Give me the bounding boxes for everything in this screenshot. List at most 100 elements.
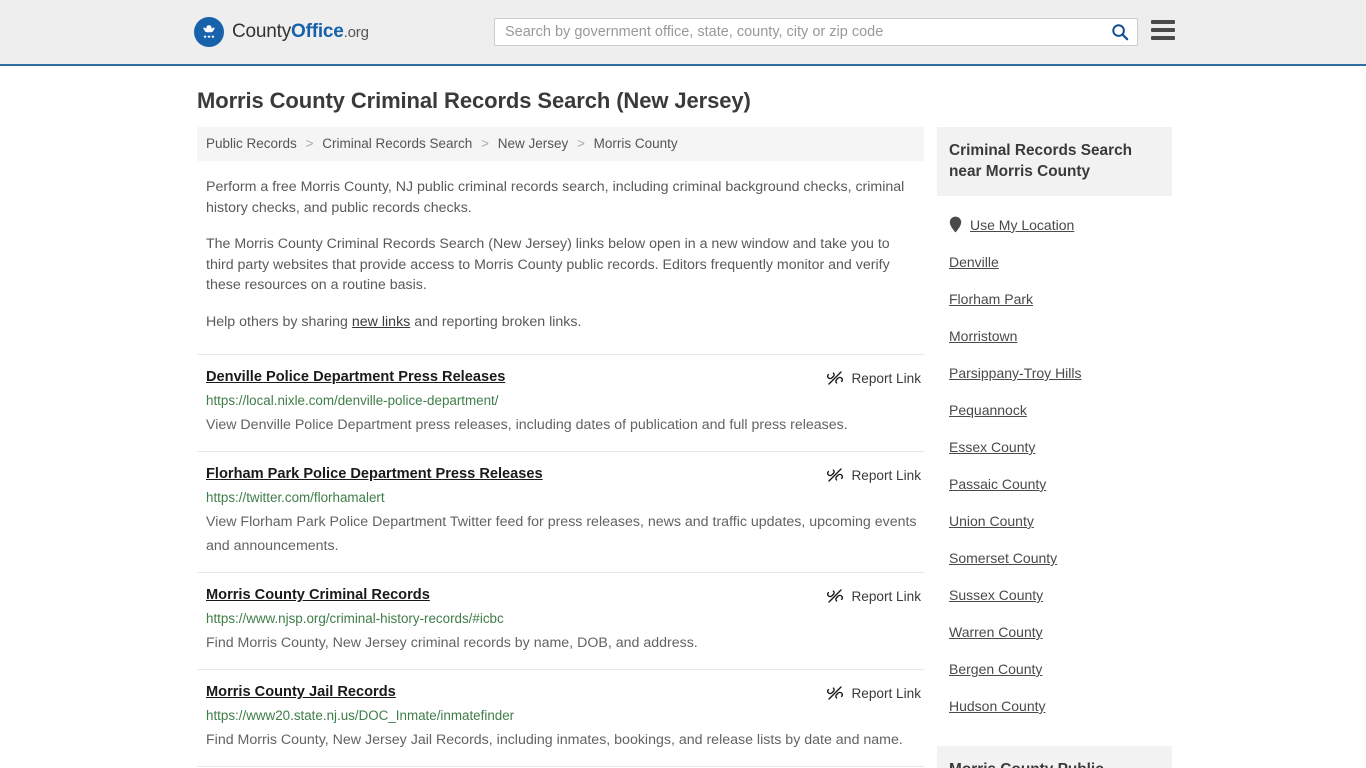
sidebar-item-label: Hudson County — [949, 698, 1046, 714]
sidebar-item-somerset-county[interactable]: Somerset County — [949, 539, 1160, 576]
result-item: Morris County Jail Records Report Link h… — [197, 684, 924, 767]
search-input[interactable] — [495, 24, 1103, 40]
result-item: Florham Park Police Department Press Rel… — [197, 466, 924, 573]
brand-part-office: Office — [291, 21, 344, 42]
hamburger-bar — [1151, 28, 1175, 32]
breadcrumb-item-public-records[interactable]: Public Records — [206, 136, 297, 151]
sidebar-item-florham-park[interactable]: Florham Park — [949, 280, 1160, 317]
result-header: Denville Police Department Press Release… — [206, 369, 924, 386]
sidebar-item-use-my-location[interactable]: Use My Location — [949, 196, 1160, 243]
result-title-link[interactable]: Florham Park Police Department Press Rel… — [206, 466, 543, 482]
report-link-button[interactable]: Report Link — [827, 369, 921, 386]
search-icon — [1112, 24, 1129, 41]
sidebar-item-label: Union County — [949, 513, 1034, 529]
sidebar-item-label: Sussex County — [949, 587, 1044, 603]
report-link-label: Report Link — [851, 370, 921, 386]
sidebar-item-label: Morristown — [949, 328, 1018, 344]
sidebar-item-morristown[interactable]: Morristown — [949, 317, 1160, 354]
report-link-button[interactable]: Report Link — [827, 466, 921, 483]
sidebar-nearby-links: Use My Location Denville Florham Park Mo… — [937, 196, 1172, 724]
breadcrumb: Public Records > Criminal Records Search… — [197, 127, 924, 161]
sidebar-item-label: Somerset County — [949, 550, 1058, 566]
result-description: Find Morris County, New Jersey criminal … — [206, 635, 698, 651]
sidebar-item-essex-county[interactable]: Essex County — [949, 428, 1160, 465]
brand-part-county: County — [232, 21, 292, 42]
search-bar[interactable] — [494, 18, 1138, 46]
sidebar-nearby-heading: Criminal Records Search near Morris Coun… — [937, 127, 1172, 196]
sidebar-item-sussex-county[interactable]: Sussex County — [949, 576, 1160, 613]
report-link-label: Report Link — [851, 685, 921, 701]
result-url[interactable]: https://www.njsp.org/criminal-history-re… — [206, 611, 924, 626]
result-header: Florham Park Police Department Press Rel… — [206, 466, 924, 483]
intro-p3-before: Help others by sharing — [206, 313, 352, 330]
sidebar-item-denville[interactable]: Denville — [949, 243, 1160, 280]
search-button[interactable] — [1103, 19, 1137, 45]
report-link-button[interactable]: Report Link — [827, 684, 921, 701]
sidebar-item-label: Bergen County — [949, 661, 1043, 677]
intro-p3-after: and reporting broken links. — [410, 313, 582, 330]
breadcrumb-item-new-jersey[interactable]: New Jersey — [498, 136, 569, 151]
result-description: Find Morris County, New Jersey Jail Reco… — [206, 732, 903, 748]
breadcrumb-item-morris-county[interactable]: Morris County — [594, 136, 678, 151]
sidebar-item-warren-county[interactable]: Warren County — [949, 613, 1160, 650]
sidebar-item-hudson-county[interactable]: Hudson County — [949, 687, 1160, 724]
results-list: Denville Police Department Press Release… — [197, 354, 924, 767]
hamburger-bar — [1151, 20, 1175, 24]
sidebar: Criminal Records Search near Morris Coun… — [937, 127, 1172, 768]
report-link-button[interactable]: Report Link — [827, 587, 921, 604]
sidebar-item-label: Denville — [949, 254, 999, 270]
result-url[interactable]: https://www20.state.nj.us/DOC_Inmate/inm… — [206, 708, 924, 723]
report-link-label: Report Link — [851, 467, 921, 483]
eagle-seal-logo-icon — [194, 17, 224, 47]
breadcrumb-separator: > — [577, 136, 585, 151]
brand-text: CountyOffice.org — [232, 21, 369, 43]
site-header: CountyOffice.org — [0, 0, 1366, 66]
sidebar-item-bergen-county[interactable]: Bergen County — [949, 650, 1160, 687]
result-header: Morris County Jail Records Report Link — [206, 684, 924, 701]
sidebar-item-parsippany-troy-hills[interactable]: Parsippany-Troy Hills — [949, 354, 1160, 391]
page-title: Morris County Criminal Records Search (N… — [197, 88, 751, 113]
breadcrumb-item-criminal-records-search[interactable]: Criminal Records Search — [322, 136, 472, 151]
result-description: View Florham Park Police Department Twit… — [206, 514, 917, 554]
sidebar-item-label: Warren County — [949, 624, 1043, 640]
result-url[interactable]: https://twitter.com/florhamalert — [206, 490, 924, 505]
result-title-link[interactable]: Morris County Criminal Records — [206, 587, 430, 603]
report-link-label: Report Link — [851, 588, 921, 604]
sidebar-public-records-heading: Morris County Public Records — [937, 746, 1172, 768]
brand-part-org: .org — [343, 24, 369, 41]
intro-paragraph-2: The Morris County Criminal Records Searc… — [206, 236, 890, 293]
result-title-link[interactable]: Denville Police Department Press Release… — [206, 369, 505, 385]
sidebar-use-my-location-label: Use My Location — [970, 216, 1075, 233]
result-header: Morris County Criminal Records Report Li… — [206, 587, 924, 604]
sidebar-item-label: Essex County — [949, 439, 1036, 455]
broken-link-icon — [827, 371, 844, 385]
intro-paragraph-3: Help others by sharing new links and rep… — [206, 312, 911, 333]
breadcrumb-separator: > — [305, 136, 314, 151]
broken-link-icon — [827, 589, 844, 603]
sidebar-item-label: Passaic County — [949, 476, 1047, 492]
broken-link-icon — [827, 686, 844, 700]
result-description: View Denville Police Department press re… — [206, 417, 848, 433]
map-pin-icon — [949, 216, 962, 233]
sidebar-item-label: Florham Park — [949, 291, 1034, 307]
sidebar-item-label: Parsippany-Troy Hills — [949, 365, 1082, 381]
result-item: Morris County Criminal Records Report Li… — [197, 587, 924, 670]
result-url[interactable]: https://local.nixle.com/denville-police-… — [206, 393, 924, 408]
hamburger-bar — [1151, 36, 1175, 40]
intro-paragraph-1: Perform a free Morris County, NJ public … — [206, 179, 905, 216]
sidebar-item-union-county[interactable]: Union County — [949, 502, 1160, 539]
page-container: Morris County Criminal Records Search (N… — [0, 88, 1366, 768]
hamburger-menu-icon[interactable] — [1151, 20, 1175, 40]
sidebar-item-passaic-county[interactable]: Passaic County — [949, 465, 1160, 502]
sidebar-item-label: Pequannock — [949, 402, 1027, 418]
intro-text: Perform a free Morris County, NJ public … — [197, 177, 924, 332]
breadcrumb-separator: > — [481, 136, 489, 151]
site-logo-link[interactable]: CountyOffice.org — [194, 17, 369, 47]
sidebar-item-pequannock[interactable]: Pequannock — [949, 391, 1160, 428]
content-row: Public Records > Criminal Records Search… — [0, 127, 1366, 768]
new-links-link[interactable]: new links — [352, 314, 410, 330]
result-item: Denville Police Department Press Release… — [197, 354, 924, 452]
main-column: Public Records > Criminal Records Search… — [197, 127, 924, 768]
result-title-link[interactable]: Morris County Jail Records — [206, 684, 396, 700]
broken-link-icon — [827, 468, 844, 482]
